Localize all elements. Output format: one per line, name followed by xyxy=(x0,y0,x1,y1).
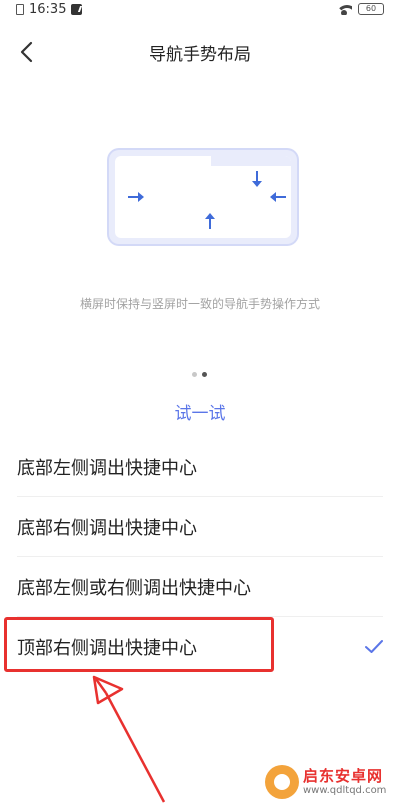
status-left: 16:35 xyxy=(16,1,83,17)
pager-dot-active[interactable] xyxy=(202,372,207,377)
page-title: 导航手势布局 xyxy=(149,45,251,65)
try-it-link[interactable]: 试一试 xyxy=(0,399,400,424)
status-right: 60 xyxy=(336,3,384,15)
options-list: 底部左侧调出快捷中心 底部右侧调出快捷中心 底部左侧或右侧调出快捷中心 顶部右侧… xyxy=(0,437,400,677)
pager-dots xyxy=(192,372,207,377)
battery-icon: 60 xyxy=(358,3,384,15)
notification-icon xyxy=(71,3,83,15)
arrow-right-icon xyxy=(128,192,144,202)
pager-dot[interactable] xyxy=(192,372,197,377)
option-label: 底部左侧调出快捷中心 xyxy=(17,458,197,479)
watermark: 启东安卓网 www.qdltqd.com xyxy=(265,763,395,801)
option-bottom-left-or-right[interactable]: 底部左侧或右侧调出快捷中心 xyxy=(0,557,400,617)
description-text: 横屏时保持与竖屏时一致的导航手势操作方式 xyxy=(79,297,320,311)
status-time: 16:35 xyxy=(29,1,67,17)
illustration-screen xyxy=(115,156,291,238)
header: 导航手势布局 xyxy=(0,30,400,74)
check-icon xyxy=(365,640,383,653)
watermark-logo-icon xyxy=(265,765,299,799)
option-label: 底部右侧调出快捷中心 xyxy=(17,518,197,539)
status-bar: 16:35 60 xyxy=(0,0,400,18)
gesture-illustration xyxy=(109,150,297,244)
arrow-up-icon xyxy=(205,213,215,229)
wifi-icon xyxy=(336,3,352,15)
option-top-right[interactable]: 顶部右侧调出快捷中心 xyxy=(0,617,400,677)
watermark-brand: 启东安卓网 xyxy=(303,767,384,786)
option-label: 底部左侧或右侧调出快捷中心 xyxy=(17,578,251,599)
watermark-url: www.qdltqd.com xyxy=(303,784,387,796)
sim-card-icon xyxy=(16,3,24,15)
option-label: 顶部右侧调出快捷中心 xyxy=(17,638,197,659)
watermark-text: 启东安卓网 www.qdltqd.com xyxy=(303,768,386,796)
option-bottom-right[interactable]: 底部右侧调出快捷中心 xyxy=(0,497,400,557)
option-bottom-left[interactable]: 底部左侧调出快捷中心 xyxy=(0,437,400,497)
arrow-left-icon xyxy=(270,192,286,202)
annotation-arrow-icon xyxy=(92,675,166,803)
